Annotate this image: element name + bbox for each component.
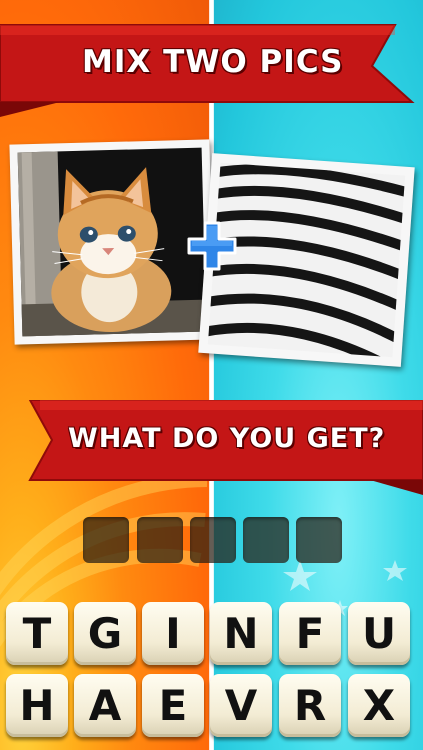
letter-tile[interactable]: U — [348, 602, 410, 665]
letter-tile[interactable]: F — [279, 602, 341, 665]
letter-tile[interactable]: N — [210, 602, 272, 665]
letter-tile[interactable]: H — [6, 674, 68, 737]
answer-slot-5[interactable] — [296, 517, 342, 563]
letter-tile[interactable]: E — [142, 674, 204, 737]
letter-tile[interactable]: R — [279, 674, 341, 737]
letter-tile[interactable]: X — [348, 674, 410, 737]
left-picture — [9, 139, 215, 345]
kitten-photo-icon — [17, 147, 207, 337]
letter-tile[interactable]: G — [74, 602, 136, 665]
letter-tile[interactable]: I — [142, 602, 204, 665]
answer-slot-2[interactable] — [137, 517, 183, 563]
letter-tile[interactable]: T — [6, 602, 68, 665]
answer-slot-3[interactable] — [190, 517, 236, 563]
letter-tile[interactable]: A — [74, 674, 136, 737]
answer-slot-1[interactable] — [83, 517, 129, 563]
prompt-text: WHAT DO YOU GET? — [68, 423, 386, 454]
page-title: MIX TWO PICS — [82, 44, 344, 80]
answer-slot-4[interactable] — [243, 517, 289, 563]
plus-icon — [187, 221, 237, 271]
letter-tile[interactable]: V — [210, 674, 272, 737]
